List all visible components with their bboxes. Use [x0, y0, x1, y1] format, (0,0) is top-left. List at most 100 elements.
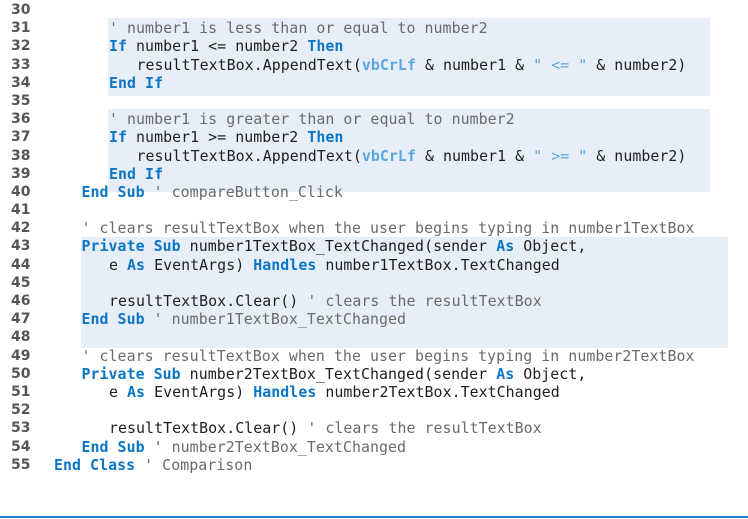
keyword-token: Handles — [253, 255, 317, 274]
line-number: 50 — [11, 365, 31, 382]
code-token: e — [109, 382, 128, 401]
code-line: 32 If number1 <= number2 Then — [0, 37, 748, 55]
code-token: & number2) — [587, 55, 687, 74]
code-line: 51 e As EventArgs) Handles number2TextBox… — [0, 383, 748, 401]
code-token: e — [109, 255, 128, 274]
code-text: End If — [109, 74, 163, 92]
code-text: e As EventArgs) Handles number2TextBox.T… — [109, 383, 560, 401]
code-line: 37 If number1 >= number2 Then — [0, 128, 748, 146]
code-line: 42 ' clears resultTextBox when the user b… — [0, 219, 748, 237]
code-text: End If — [109, 165, 163, 183]
code-token: number1TextBox.TextChanged — [316, 255, 560, 274]
code-line: 38 resultTextBox.AppendText(vbCrLf & numb… — [0, 147, 748, 165]
line-number: 30 — [11, 2, 31, 18]
code-text: resultTextBox.AppendText(vbCrLf & number… — [137, 56, 687, 74]
comment-token: ' number1 is less than or equal to numbe… — [109, 19, 488, 38]
code-text: e As EventArgs) Handles number1TextBox.T… — [109, 256, 560, 274]
code-token: resultTextBox.Clear() — [109, 419, 308, 438]
line-number: 31 — [11, 20, 31, 37]
code-line: 46 resultTextBox.Clear() ' clears the res… — [0, 292, 748, 310]
line-number: 41 — [11, 202, 31, 219]
code-token: number1 <= number2 — [127, 37, 308, 56]
keyword-token: Private Sub — [81, 364, 181, 383]
line-number: 51 — [11, 383, 31, 400]
line-number: 46 — [11, 293, 31, 309]
code-token: & number1 & — [415, 146, 534, 165]
code-line: 55 End Class ' Comparison — [0, 456, 748, 474]
comment-token: ' number2TextBox_TextChanged — [144, 437, 407, 456]
line-number: 43 — [11, 238, 31, 255]
code-text: ' clears resultTextBox when the user beg… — [82, 347, 695, 365]
code-line: 39 End If — [0, 165, 748, 183]
line-number: 39 — [11, 165, 31, 182]
line-number: 35 — [11, 92, 31, 109]
line-number: 52 — [11, 402, 31, 419]
line-number: 40 — [11, 183, 31, 200]
line-number: 48 — [11, 329, 31, 346]
code-line: 45 — [0, 274, 748, 292]
line-number: 45 — [11, 274, 31, 291]
constant-token: vbCrLf — [361, 55, 416, 74]
line-number: 42 — [11, 220, 31, 237]
code-text: ' number1 is greater than or equal to nu… — [109, 110, 515, 128]
code-text: If number1 <= number2 Then — [109, 37, 343, 55]
code-text: End Sub ' compareButton_Click — [82, 183, 343, 201]
code-text: End Sub ' number2TextBox_TextChanged — [82, 438, 407, 456]
code-token: & number2) — [587, 146, 687, 165]
keyword-token: End If — [109, 164, 164, 183]
code-line: 35 — [0, 92, 748, 110]
keyword-token: As — [127, 255, 146, 274]
code-line: 52 — [0, 401, 748, 419]
code-text: If number1 >= number2 Then — [109, 128, 343, 146]
comment-token: ' number1 is greater than or equal to nu… — [109, 110, 515, 129]
comment-token: ' clears the resultTextBox — [307, 292, 542, 310]
comment-token: ' Comparison — [135, 455, 253, 474]
line-number: 53 — [11, 420, 31, 437]
code-line: 53 resultTextBox.Clear() ' clears the res… — [0, 419, 748, 437]
line-number: 34 — [11, 74, 31, 91]
line-number: 47 — [11, 311, 31, 328]
code-line: 31 ' number1 is less than or equal to num… — [0, 19, 748, 37]
code-line: 40 End Sub ' compareButton_Click — [0, 183, 748, 201]
code-listing: 30 31 ' number1 is less than or equal to n… — [0, 1, 748, 474]
code-text: resultTextBox.Clear() ' clears the resul… — [109, 292, 542, 310]
keyword-token: End If — [109, 73, 164, 92]
line-number: 49 — [11, 347, 31, 364]
keyword-token: As — [496, 237, 515, 256]
code-token: number2TextBox_TextChanged(sender — [180, 364, 497, 383]
comment-token: ' compareButton_Click — [144, 182, 343, 201]
line-number: 55 — [11, 456, 31, 473]
code-token: resultTextBox.Clear() — [109, 292, 308, 310]
code-text: resultTextBox.Clear() ' clears the resul… — [109, 419, 542, 437]
keyword-token: End Class — [54, 455, 136, 474]
code-line: 50 Private Sub number2TextBox_TextChanged… — [0, 365, 748, 383]
code-line: 36 ' number1 is greater than or equal to … — [0, 110, 748, 128]
code-token: number1TextBox_TextChanged(sender — [180, 237, 497, 256]
code-token: number1 >= number2 — [127, 128, 308, 147]
line-number: 37 — [11, 129, 31, 146]
code-token: number2TextBox.TextChanged — [316, 382, 560, 401]
keyword-token: If — [109, 128, 128, 147]
keyword-token: End Sub — [81, 182, 145, 201]
keyword-token: Private Sub — [81, 237, 181, 256]
line-number: 38 — [11, 147, 31, 164]
constant-token: vbCrLf — [361, 146, 416, 165]
code-text: Private Sub number2TextBox_TextChanged(s… — [82, 365, 587, 383]
string-token: " >= " — [533, 146, 588, 165]
code-token: EventArgs) — [145, 382, 254, 401]
code-token: resultTextBox.AppendText( — [136, 146, 362, 165]
code-text: ' clears resultTextBox when the user beg… — [82, 219, 695, 237]
string-token: " <= " — [533, 55, 588, 74]
code-line: 54 End Sub ' number2TextBox_TextChanged — [0, 438, 748, 456]
line-number: 36 — [11, 111, 31, 128]
keyword-token: As — [127, 382, 146, 401]
code-token: Object, — [514, 237, 587, 256]
line-number: 33 — [11, 56, 31, 73]
line-number: 44 — [11, 256, 31, 273]
code-text: End Class ' Comparison — [54, 456, 252, 474]
code-line: 41 — [0, 201, 748, 219]
keyword-token: If — [109, 37, 128, 56]
code-line: 30 — [0, 1, 748, 19]
comment-token: ' clears resultTextBox when the user beg… — [81, 346, 695, 365]
code-token: resultTextBox.AppendText( — [136, 55, 362, 74]
